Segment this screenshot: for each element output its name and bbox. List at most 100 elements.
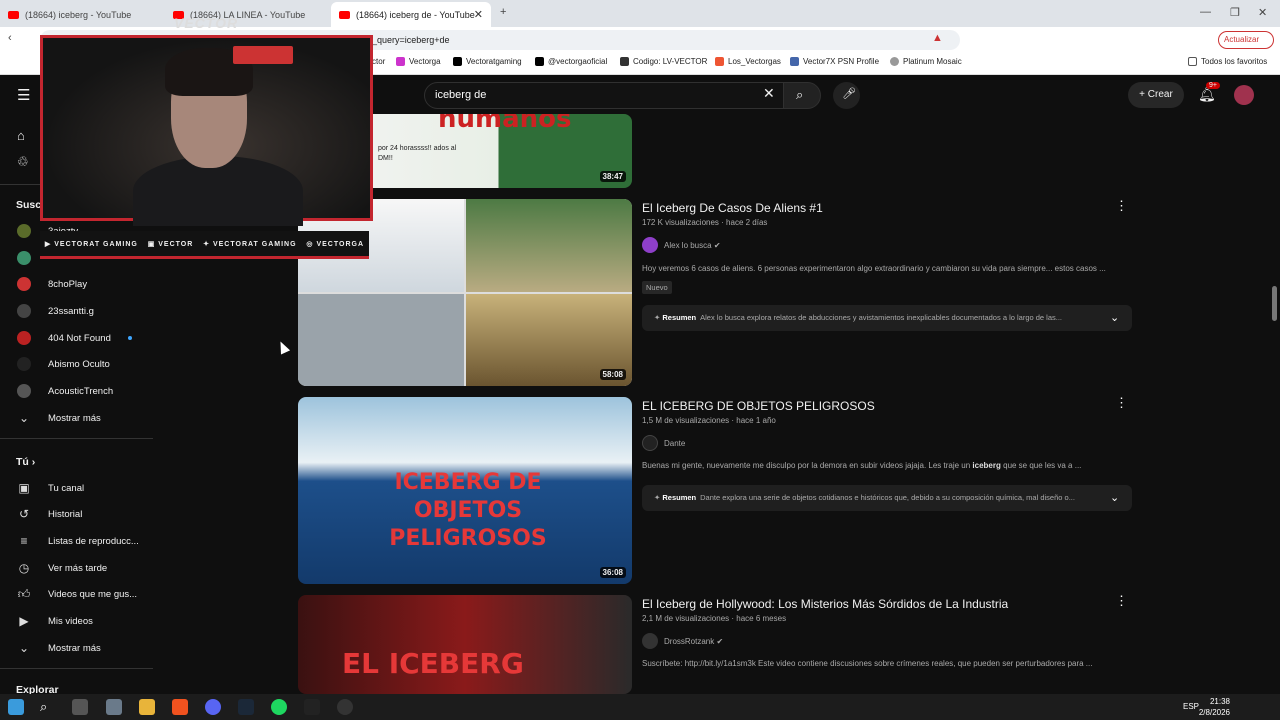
sidebar-item-sub[interactable]: Abismo Oculto <box>0 351 153 377</box>
video-title[interactable]: El Iceberg de Hollywood: Los Misterios M… <box>642 597 1008 611</box>
update-button[interactable]: Actualizar <box>1218 31 1274 49</box>
sidebar-item-sub[interactable]: 8choPlay <box>0 271 153 297</box>
youtube-icon: ▶ <box>44 240 55 248</box>
video-title[interactable]: El Iceberg De Casos De Aliens #1 <box>642 201 823 215</box>
bookmark[interactable]: ctor <box>372 57 385 66</box>
windows-start-icon[interactable] <box>8 699 24 715</box>
sidebar-item-sub[interactable]: AcousticTrench <box>0 378 153 404</box>
channel-avatar <box>17 304 31 318</box>
channel-avatar <box>17 384 31 398</box>
all-favorites[interactable]: Todos los favoritos <box>1188 57 1267 66</box>
menu-icon[interactable]: ☰ <box>17 86 30 104</box>
windows-taskbar: ⌕ ESP 21:38 2/8/2026 <box>0 694 1280 720</box>
avatar[interactable] <box>1234 85 1254 105</box>
channel-avatar <box>17 277 31 291</box>
more-options-icon[interactable]: ⋮ <box>1115 593 1128 609</box>
mouse-cursor <box>275 339 291 355</box>
duration-badge: 36:08 <box>599 567 626 578</box>
search-input[interactable]: iceberg de <box>424 82 790 109</box>
obs-icon[interactable] <box>337 699 353 715</box>
back-icon[interactable]: ‹ <box>8 32 12 44</box>
file-explorer-icon[interactable] <box>139 699 155 715</box>
bookmark[interactable]: Vectoratgaming <box>453 57 522 66</box>
spotify-icon[interactable] <box>271 699 287 715</box>
summary-panel[interactable]: ✦ Resumen Dante explora una serie de obje… <box>642 485 1132 511</box>
social-label: VECTORGA <box>316 240 365 248</box>
sidebar-item-my-videos[interactable]: ▶ Mis videos <box>0 608 153 634</box>
show-more-label: Mostrar más <box>48 642 101 654</box>
channel-link[interactable]: Alex lo busca ✔ <box>642 237 721 253</box>
sidebar-item-label: 404 Not Found <box>48 332 111 344</box>
bookmark[interactable]: Los_Vectorgas <box>715 57 781 66</box>
video-thumbnail[interactable]: 58:08 <box>298 199 632 386</box>
channel-link[interactable]: Dante <box>642 435 685 451</box>
folder-icon <box>1188 57 1197 66</box>
social-twitter: ✦ VECTORAT GAMING <box>203 240 296 248</box>
brave-shield-icon[interactable]: ▲ <box>932 32 943 44</box>
show-more-button[interactable]: ⌄ Mostrar más <box>0 405 153 431</box>
channel-icon: ▣ <box>18 481 30 495</box>
search-button[interactable]: ⌕ <box>783 82 821 109</box>
show-more-button[interactable]: ⌄ Mostrar más <box>0 635 153 661</box>
search-icon[interactable]: ⌕ <box>40 699 56 715</box>
sidebar-item-watch-later[interactable]: ◷ Ver más tarde <box>0 555 153 581</box>
thumbnail-text: EL ICEBERG <box>342 647 524 680</box>
divider <box>0 438 153 439</box>
tab-label: (18664) iceberg de - YouTube <box>356 9 475 20</box>
app-icon[interactable] <box>106 699 122 715</box>
home-icon[interactable]: ⌂ <box>17 128 25 143</box>
sidebar-item-sub[interactable]: 404 Not Found <box>0 325 153 351</box>
sidebar-item-history[interactable]: ↺ Historial <box>0 501 153 527</box>
social-label: VECTORAT GAMING <box>212 240 297 248</box>
sidebar-item-liked[interactable]: 👍︎ Videos que me gus... <box>0 581 153 607</box>
app-icon[interactable] <box>304 699 320 715</box>
video-description: Hoy veremos 6 casos de aliens. 6 persona… <box>642 264 1106 273</box>
video-thumbnail[interactable]: EL ICEBERG <box>298 595 632 694</box>
brave-icon[interactable] <box>172 699 188 715</box>
close-tab-icon[interactable]: ✕ <box>474 8 483 21</box>
sidebar-item-channel[interactable]: ▣ Tu canal <box>0 475 153 501</box>
video-thumbnail[interactable]: ICEBERG DE OBJETOS PELIGROSOS 36:08 <box>298 397 632 584</box>
arcade-sign <box>233 46 293 64</box>
bookmark[interactable]: Platinum Mosaic <box>890 57 962 66</box>
steam-icon[interactable] <box>238 699 254 715</box>
x-icon <box>453 57 462 66</box>
shorts-icon[interactable]: ♲ <box>17 154 29 170</box>
sidebar-item-playlists[interactable]: ≡ Listas de reproducc... <box>0 528 153 554</box>
minimize-icon[interactable]: — <box>1200 6 1211 18</box>
language-indicator[interactable]: ESP <box>1183 702 1199 711</box>
bookmark-label: Vectorga <box>409 57 441 66</box>
close-window-icon[interactable]: ✕ <box>1258 6 1267 19</box>
browser-tab-active[interactable]: (18664) iceberg de - YouTube ✕ <box>331 2 491 27</box>
clear-search-icon[interactable]: ✕ <box>763 85 775 102</box>
search-icon: ⌕ <box>796 87 804 102</box>
history-icon: ↺ <box>18 507 30 521</box>
task-view-icon[interactable] <box>72 699 88 715</box>
discord-icon[interactable] <box>205 699 221 715</box>
bookmark[interactable]: Vectorga <box>396 57 441 66</box>
update-label: Actualizar <box>1224 35 1260 44</box>
scrollbar[interactable] <box>1272 286 1277 321</box>
sidebar-item-sub[interactable]: 23ssantti.g <box>0 298 153 324</box>
chevron-down-icon[interactable]: ⌄ <box>1110 311 1119 324</box>
verified-icon: ✔ <box>716 636 724 646</box>
channel-avatar <box>17 224 31 238</box>
more-options-icon[interactable]: ⋮ <box>1115 395 1128 411</box>
chevron-down-icon[interactable]: ⌄ <box>1110 491 1119 504</box>
video-title[interactable]: EL ICEBERG DE OBJETOS PELIGROSOS <box>642 399 875 413</box>
browser-tab[interactable]: (18664) iceberg - YouTube <box>0 2 165 27</box>
channel-link[interactable]: DrossRotzank ✔ <box>642 633 723 649</box>
you-heading[interactable]: Tú › <box>16 456 35 468</box>
bookmark[interactable]: @vectorgaoficial <box>535 57 607 66</box>
bookmark[interactable]: Codigo: LV-VECTOR <box>620 57 707 66</box>
create-button[interactable]: + Crear <box>1128 82 1184 108</box>
maximize-icon[interactable]: ❐ <box>1230 6 1240 19</box>
system-clock[interactable]: 21:38 2/8/2026 <box>1199 696 1230 718</box>
favorites-label: Todos los favoritos <box>1201 57 1268 66</box>
more-options-icon[interactable]: ⋮ <box>1115 198 1128 214</box>
bookmark[interactable]: Vector7X PSN Profile <box>790 57 879 66</box>
new-tab-icon[interactable]: + <box>500 6 506 18</box>
summary-panel[interactable]: ✦ Resumen Alex lo busca explora relatos d… <box>642 305 1132 331</box>
show-more-label: Mostrar más <box>48 412 101 424</box>
voice-search-button[interactable]: 🎤︎ <box>833 82 860 109</box>
